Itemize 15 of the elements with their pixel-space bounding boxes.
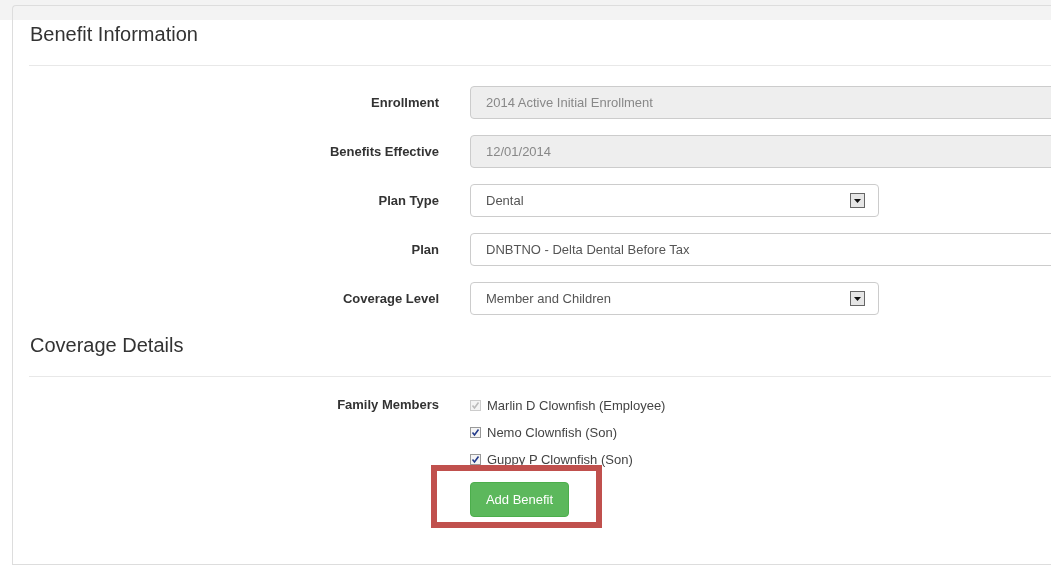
section-heading: Benefit Information — [30, 22, 198, 47]
dropdown[interactable]: Member and Children — [470, 282, 879, 315]
checkbox[interactable] — [470, 426, 481, 438]
checkbox-label: Nemo Clownfish (Son) — [487, 424, 618, 440]
checkbox-label: Marlin D Clownfish (Employee) — [487, 397, 666, 413]
field-label: Benefits Effective — [328, 144, 439, 159]
checkbox[interactable] — [470, 453, 481, 465]
field-label: Family Members — [336, 397, 439, 412]
dropdown[interactable]: Dental — [470, 184, 879, 217]
field-label: Enrollment — [370, 95, 439, 110]
field-label: Plan Type — [377, 193, 439, 208]
section-heading: Coverage Details — [30, 333, 184, 358]
input-field[interactable]: DNBTNO - Delta Dental Before Tax — [470, 233, 1051, 266]
field-label: Plan — [410, 242, 439, 257]
field-label: Coverage Level — [341, 291, 439, 306]
